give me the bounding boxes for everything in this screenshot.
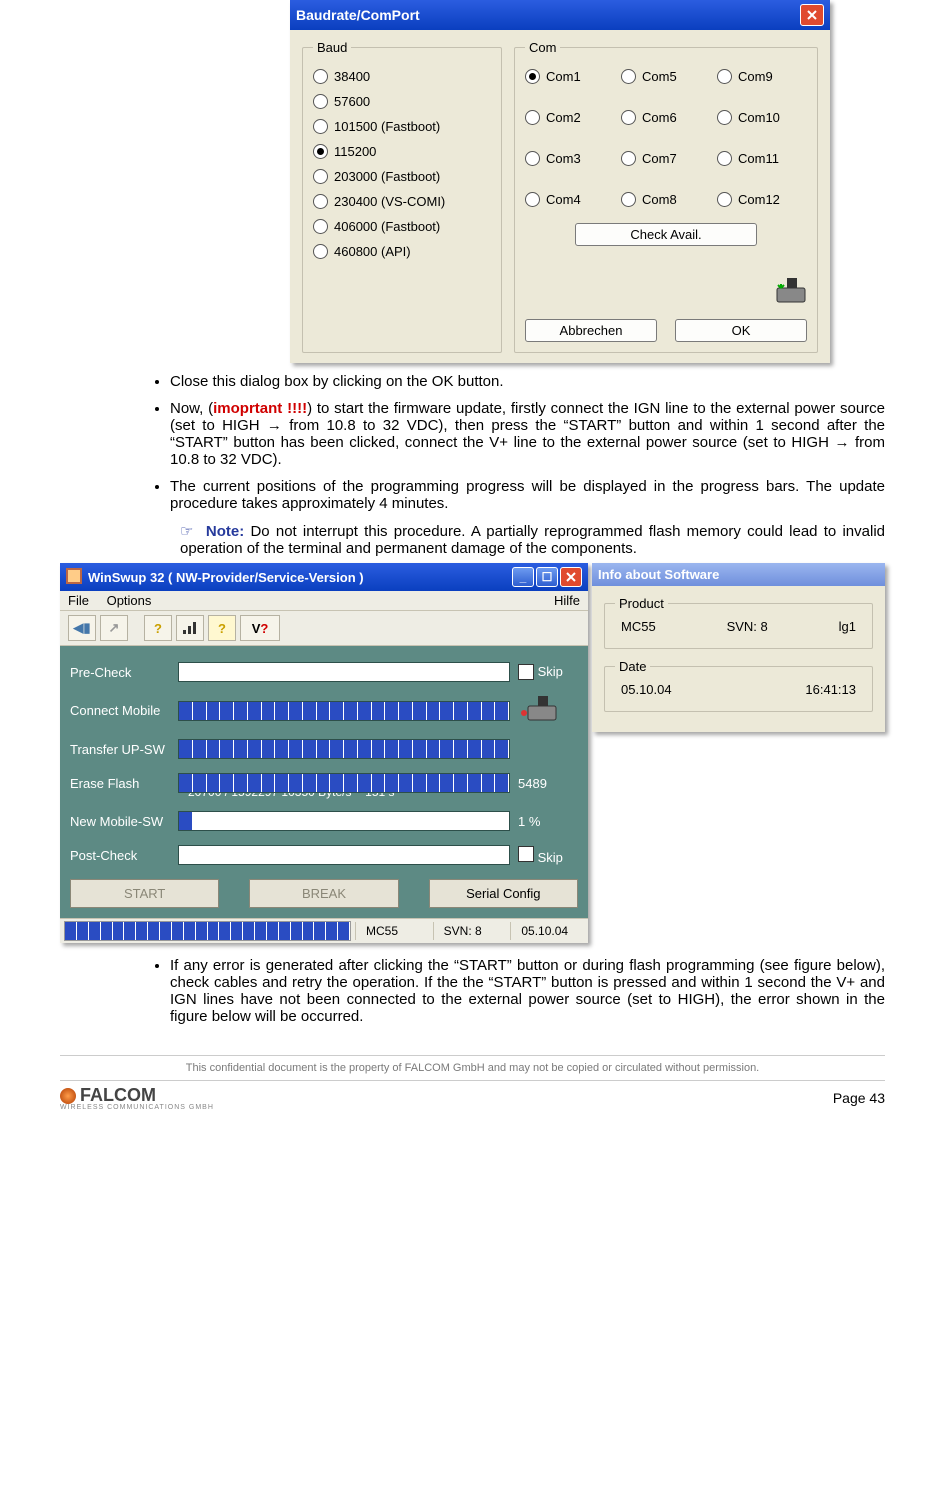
radio-baud-38400[interactable]: 38400 [313, 69, 491, 84]
date-value: 05.10.04 [621, 682, 672, 697]
overall-progress [64, 921, 351, 941]
precheck-bar [178, 662, 510, 682]
radio-com11[interactable]: Com11 [717, 151, 807, 166]
radio-baud-57600[interactable]: 57600 [313, 94, 491, 109]
break-button[interactable]: BREAK [249, 879, 398, 908]
connect-label: Connect Mobile [70, 703, 170, 718]
postcheck-skip-checkbox[interactable] [518, 846, 534, 862]
menu-file[interactable]: File [68, 593, 89, 608]
lg-value: lg1 [839, 619, 856, 634]
newsw-bar [178, 811, 510, 831]
radio-baud-460800[interactable]: 460800 (API) [313, 244, 491, 259]
menu-hilfe[interactable]: Hilfe [554, 593, 580, 608]
svn-value: SVN: 8 [727, 619, 768, 634]
transfer-label: Transfer UP-SW [70, 742, 170, 757]
radio-baud-115200[interactable]: 115200 [313, 144, 491, 159]
connect-bar [178, 701, 510, 721]
postcheck-bar [178, 845, 510, 865]
radio-com8[interactable]: Com8 [621, 192, 711, 207]
tool-question-icon[interactable]: ? [144, 615, 172, 641]
tool-exit-icon[interactable]: ◀▮ [68, 615, 96, 641]
important-text: imoprtant !!!! [213, 400, 307, 417]
radio-baud-406000[interactable]: 406000 (Fastboot) [313, 219, 491, 234]
confidential-text: This confidential document is the proper… [60, 1062, 885, 1074]
menu-options[interactable]: Options [107, 593, 152, 608]
com-group: Com Com1 Com5 Com9 Com2 Com6 Com10 Com3 … [514, 40, 818, 353]
tool-arrow-icon[interactable]: ↗ [100, 615, 128, 641]
date-group: Date 05.10.04 16:41:13 [604, 659, 873, 712]
radio-com4[interactable]: Com4 [525, 192, 615, 207]
time-value: 16:41:13 [805, 682, 856, 697]
info-window: Info about Software Product MC55 SVN: 8 … [592, 563, 885, 732]
baudrate-comport-dialog: Baudrate/ComPort Baud 38400 57600 101500… [290, 0, 830, 363]
precheck-skip-checkbox[interactable]: ✔ [518, 664, 534, 680]
radio-com1[interactable]: Com1 [525, 69, 615, 84]
note: ☞ Note: Do not interrupt this procedure.… [180, 522, 885, 557]
radio-com2[interactable]: Com2 [525, 110, 615, 125]
baud-group: Baud 38400 57600 101500 (Fastboot) 11520… [302, 40, 502, 353]
info-title: Info about Software [592, 563, 885, 586]
list-item: If any error is generated after clicking… [170, 957, 885, 1025]
winswup-window: WinSwup 32 ( NW-Provider/Service-Version… [60, 563, 588, 943]
hand-point-icon: ☞ [180, 523, 206, 540]
tool-chart-icon[interactable] [176, 615, 204, 641]
list-item: The current positions of the programming… [170, 478, 885, 512]
radio-com9[interactable]: Com9 [717, 69, 807, 84]
tool-help-icon[interactable]: ? [208, 615, 236, 641]
cancel-button[interactable]: Abbrechen [525, 319, 657, 342]
close-icon[interactable] [560, 567, 582, 587]
postcheck-label: Post-Check [70, 848, 170, 863]
logo-icon [60, 1088, 76, 1104]
dialog-title: Baudrate/ComPort [296, 7, 420, 23]
maximize-icon[interactable]: ☐ [536, 567, 558, 587]
product-value: MC55 [621, 619, 656, 634]
list-item: Close this dialog box by clicking on the… [170, 373, 885, 390]
transfer-bar [178, 739, 510, 759]
check-avail-button[interactable]: Check Avail. [575, 223, 757, 246]
radio-baud-230400[interactable]: 230400 (VS-COMI) [313, 194, 491, 209]
ok-button[interactable]: OK [675, 319, 807, 342]
falcom-logo: FALCOM [60, 1085, 214, 1106]
radio-com12[interactable]: Com12 [717, 192, 807, 207]
product-group: Product MC55 SVN: 8 lg1 [604, 596, 873, 649]
app-icon [66, 568, 82, 587]
erase-bar [178, 773, 510, 793]
device-icon [518, 696, 578, 725]
radio-com6[interactable]: Com6 [621, 110, 711, 125]
status-svn: SVN: 8 [433, 922, 511, 940]
list-item: Now, (imoprtant !!!!) to start the firmw… [170, 400, 885, 468]
start-button[interactable]: START [70, 879, 219, 908]
serial-config-button[interactable]: Serial Config [429, 879, 578, 908]
window-title: WinSwup 32 ( NW-Provider/Service-Version… [88, 570, 364, 585]
status-mc: MC55 [355, 922, 433, 940]
baud-legend: Baud [313, 40, 351, 55]
device-icon [525, 276, 807, 309]
status-date: 05.10.04 [510, 922, 588, 940]
radio-baud-203000[interactable]: 203000 (Fastboot) [313, 169, 491, 184]
radio-com3[interactable]: Com3 [525, 151, 615, 166]
precheck-label: Pre-Check [70, 665, 170, 680]
newsw-label: New Mobile-SW [70, 814, 170, 829]
erase-label: Erase Flash [70, 776, 170, 791]
close-icon[interactable] [800, 4, 824, 26]
radio-com7[interactable]: Com7 [621, 151, 711, 166]
radio-com10[interactable]: Com10 [717, 110, 807, 125]
radio-baud-101500[interactable]: 101500 (Fastboot) [313, 119, 491, 134]
com-legend: Com [525, 40, 560, 55]
tool-version-icon[interactable]: V? [240, 615, 280, 641]
minimize-icon[interactable]: _ [512, 567, 534, 587]
page-number: Page 43 [833, 1090, 885, 1106]
radio-com5[interactable]: Com5 [621, 69, 711, 84]
